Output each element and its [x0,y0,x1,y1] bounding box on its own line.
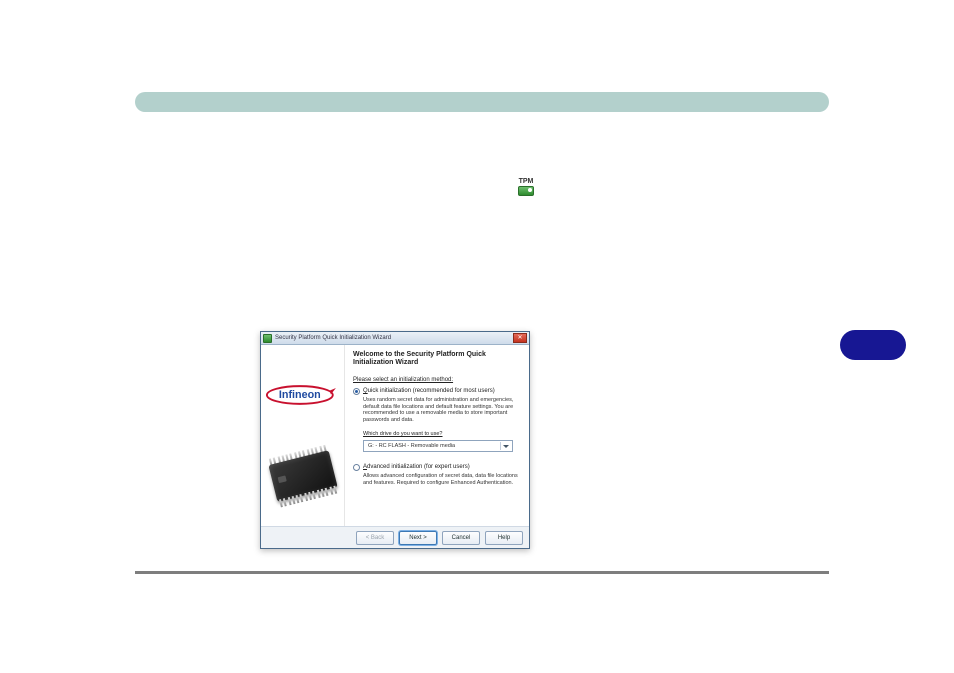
tpm-badge-chip-icon [518,186,534,196]
window-titlebar[interactable]: Security Platform Quick Initialization W… [261,332,529,345]
next-button[interactable]: Next > [399,531,437,545]
window-title: Security Platform Quick Initialization W… [275,335,391,341]
window-close-button[interactable]: ✕ [513,333,527,343]
option-advanced-init[interactable]: Advanced initialization (for expert user… [353,464,521,471]
close-icon: ✕ [517,335,522,341]
option-advanced-label: Advanced initialization (for expert user… [363,464,470,470]
chevron-down-icon [500,442,510,450]
radio-quick-init[interactable] [353,388,360,395]
wizard-content: Welcome to the Security Platform Quick I… [345,345,529,526]
drive-select-value: G: - RC FLASH - Removable media [368,443,455,449]
which-drive-label: Which drive do you want to use? [363,431,521,437]
side-marker-pill [840,330,906,360]
tpm-badge-label: TPM [519,178,534,185]
wizard-body: Infineon Welcome to the Security Platfor… [261,345,529,526]
wizard-sidebar: Infineon [261,345,345,526]
help-button[interactable]: Help [485,531,523,545]
option-advanced-description: Allows advanced configuration of secret … [363,473,521,486]
option-quick-label: Quick initialization (recommended for mo… [363,388,495,394]
wizard-button-bar: < Back Next > Cancel Help [261,526,529,548]
back-button: < Back [356,531,394,545]
page-footer-divider [135,571,829,574]
option-quick-init[interactable]: Quick initialization (recommended for mo… [353,388,521,395]
infineon-logo: Infineon [265,382,341,408]
select-method-label: Please select an initialization method: [353,377,521,383]
option-quick-description: Uses random secret data for administrati… [363,397,521,423]
wizard-heading: Welcome to the Security Platform Quick I… [353,351,521,367]
section-header-bar [135,92,829,112]
tpm-tray-icon: TPM [516,178,536,198]
cancel-button[interactable]: Cancel [442,531,480,545]
radio-advanced-init[interactable] [353,464,360,471]
drive-select[interactable]: G: - RC FLASH - Removable media [363,440,513,452]
infineon-logo-text: Infineon [279,389,321,401]
tpm-chip-illustration [261,441,348,519]
window-app-icon [263,334,272,343]
wizard-window: Security Platform Quick Initialization W… [260,331,530,549]
